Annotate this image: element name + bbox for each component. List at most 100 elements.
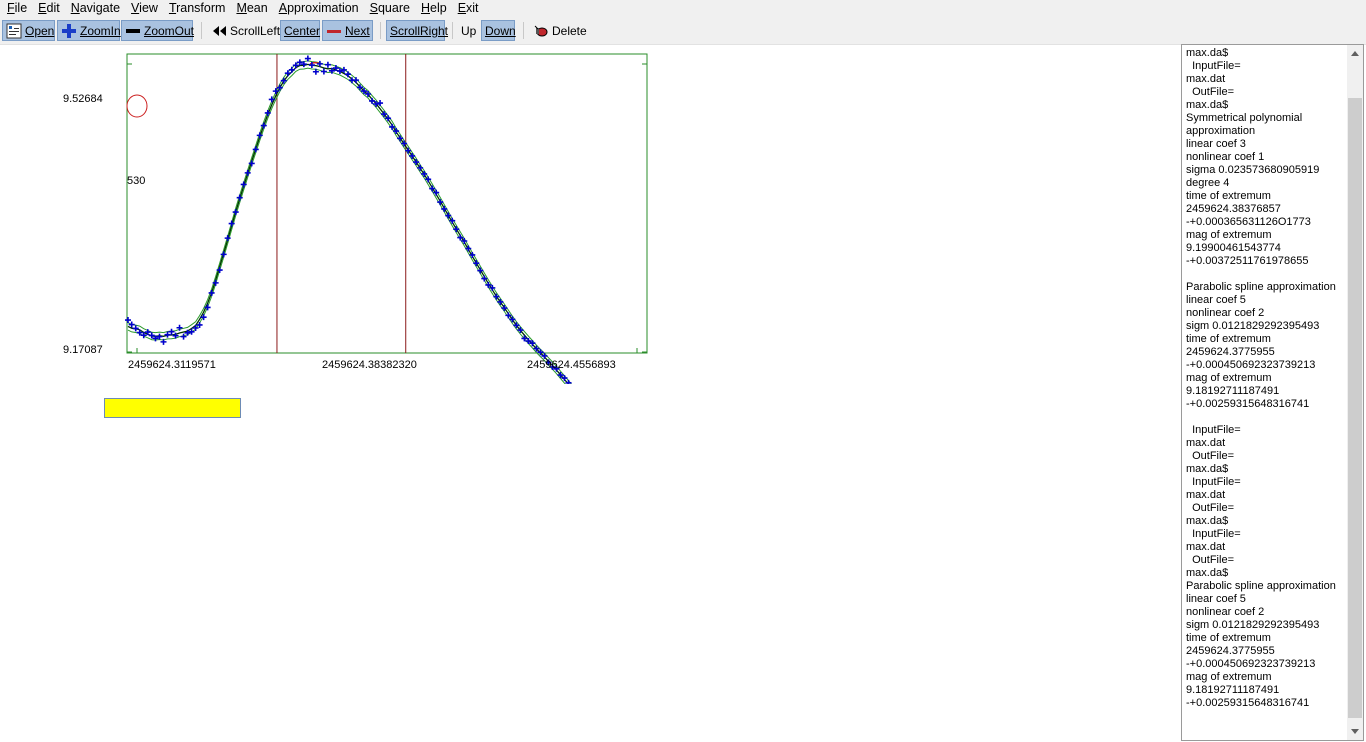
delete-icon [533, 23, 549, 39]
scroll-left-button[interactable]: ScrollLeft [208, 20, 280, 41]
log-line: 2459624.3775955 [1186, 346, 1275, 358]
log-line: -+0.00259315648316741 [1186, 398, 1310, 410]
menu-navigate[interactable]: Navigate [67, 0, 124, 17]
log-line: sigm 0.0121829292395493 [1186, 320, 1320, 332]
log-line: time of extremum [1186, 333, 1271, 345]
log-line: max.da$ [1186, 47, 1229, 59]
center-button[interactable]: Center [280, 20, 320, 41]
log-line: OutFile= [1186, 502, 1234, 514]
log-line: degree 4 [1186, 177, 1230, 189]
menu-edit[interactable]: Edit [34, 0, 64, 17]
log-text: max.da$ InputFile= max.dat OutFile= max.da… [1186, 47, 1346, 710]
log-line: linear coef 5 [1186, 593, 1246, 605]
log-scrollbar[interactable] [1347, 45, 1363, 740]
center-button-label: Center [284, 23, 321, 38]
log-panel[interactable]: max.da$ InputFile= max.dat OutFile= max.da… [1181, 44, 1364, 741]
log-line: mag of extremum [1186, 229, 1272, 241]
menu-approximation[interactable]: Approximation [275, 0, 363, 17]
delete-button-label: Delete [552, 23, 587, 38]
log-line: sigma 0.023573680905919 [1186, 164, 1320, 176]
zoom-in-plus-icon [61, 23, 77, 39]
log-line: nonlinear coef 1 [1186, 151, 1265, 163]
toolbar: Open ZoomIn ZoomOut ScrollLeft Center Ne… [0, 17, 1366, 45]
log-line: Symmetrical polynomial [1186, 112, 1303, 124]
log-line: -+0.000365631126O1773 [1186, 216, 1311, 228]
log-line: time of extremum [1186, 632, 1271, 644]
log-line: -+0.00259315648316741 [1186, 697, 1310, 709]
zoom-out-minus-icon [125, 23, 141, 39]
scroll-right-button[interactable]: ScrollRight [386, 20, 449, 41]
next-button-label: Next [345, 23, 370, 38]
log-line: linear coef 5 [1186, 294, 1246, 306]
scroll-up-arrow-icon[interactable] [1351, 51, 1359, 56]
log-line: approximation [1186, 125, 1256, 137]
y-tick-label: 9.17087 [63, 344, 103, 356]
x-tick-label: 2459624.38382320 [322, 359, 417, 371]
value-input[interactable] [104, 398, 241, 418]
zoom-out-button-label: ZoomOut [144, 23, 195, 38]
log-line: mag of extremum [1186, 372, 1272, 384]
log-line: OutFile= [1186, 450, 1234, 462]
log-line: -+0.00372511761978655 [1186, 255, 1309, 267]
log-line: Parabolic spline approximation [1186, 580, 1336, 592]
down-button-label: Down [485, 23, 516, 38]
log-line: max.da$ [1186, 463, 1229, 475]
log-line: max.dat [1186, 541, 1226, 553]
menu-bar: File Edit Navigate View Transform Mean Approxi… [0, 0, 1366, 17]
log-line: InputFile= [1186, 476, 1241, 488]
log-line: -+0.000450692323739213 [1186, 359, 1316, 371]
log-line: max.dat [1186, 437, 1226, 449]
next-button[interactable]: Next [322, 20, 373, 41]
y-tick-label: 530 [127, 175, 145, 187]
toolbar-separator [523, 22, 524, 39]
log-line: OutFile= [1186, 86, 1234, 98]
light-curve-chart[interactable]: 9.52684 530 9.17087 2459624.3119571 2459… [0, 44, 700, 384]
zoom-in-button[interactable]: ZoomIn [57, 20, 121, 41]
scrollbar-thumb[interactable] [1348, 98, 1362, 718]
log-line: 9.19900461543774 [1186, 242, 1281, 254]
log-line: nonlinear coef 2 [1186, 606, 1265, 618]
toolbar-separator [201, 22, 202, 39]
up-button-label: Up [461, 23, 477, 38]
menu-help[interactable]: Help [417, 0, 451, 17]
log-line: InputFile= [1186, 60, 1241, 72]
down-button[interactable]: Down [481, 20, 516, 41]
log-line: InputFile= [1186, 424, 1241, 436]
zoom-out-button[interactable]: ZoomOut [121, 20, 195, 41]
scroll-right-button-label: ScrollRight [390, 23, 449, 38]
log-line: OutFile= [1186, 554, 1234, 566]
menu-view[interactable]: View [127, 0, 162, 17]
menu-transform[interactable]: Transform [165, 0, 230, 17]
menu-mean[interactable]: Mean [232, 0, 271, 17]
next-dash-icon [326, 23, 342, 39]
open-file-icon [6, 23, 22, 39]
log-line: 2459624.3775955 [1186, 645, 1275, 657]
menu-file[interactable]: File [3, 0, 31, 17]
log-line: sigm 0.0121829292395493 [1186, 619, 1320, 631]
log-line: 2459624.38376857 [1186, 203, 1281, 215]
log-line: 9.18192711187491 [1186, 684, 1280, 696]
log-line: Parabolic spline approximation [1186, 281, 1336, 293]
scroll-down-arrow-icon[interactable] [1351, 729, 1359, 734]
zoom-in-button-label: ZoomIn [80, 23, 121, 38]
log-line: InputFile= [1186, 528, 1241, 540]
menu-square[interactable]: Square [366, 0, 414, 17]
menu-exit[interactable]: Exit [454, 0, 483, 17]
log-line: time of extremum [1186, 190, 1271, 202]
up-button[interactable]: Up [458, 20, 480, 41]
delete-button[interactable]: Delete [530, 20, 588, 41]
log-line: max.da$ [1186, 99, 1229, 111]
log-line: mag of extremum [1186, 671, 1272, 683]
y-tick-label: 9.52684 [63, 93, 103, 105]
open-button[interactable]: Open [2, 20, 55, 41]
log-line: -+0.000450692323739213 [1186, 658, 1316, 670]
open-button-label: Open [25, 23, 55, 38]
x-tick-label: 2459624.3119571 [128, 359, 216, 371]
log-line: 9.18192711187491 [1186, 385, 1280, 397]
double-left-arrow-icon [211, 23, 227, 39]
log-line: max.da$ [1186, 567, 1229, 579]
log-line: max.dat [1186, 489, 1226, 501]
log-line: linear coef 3 [1186, 138, 1246, 150]
